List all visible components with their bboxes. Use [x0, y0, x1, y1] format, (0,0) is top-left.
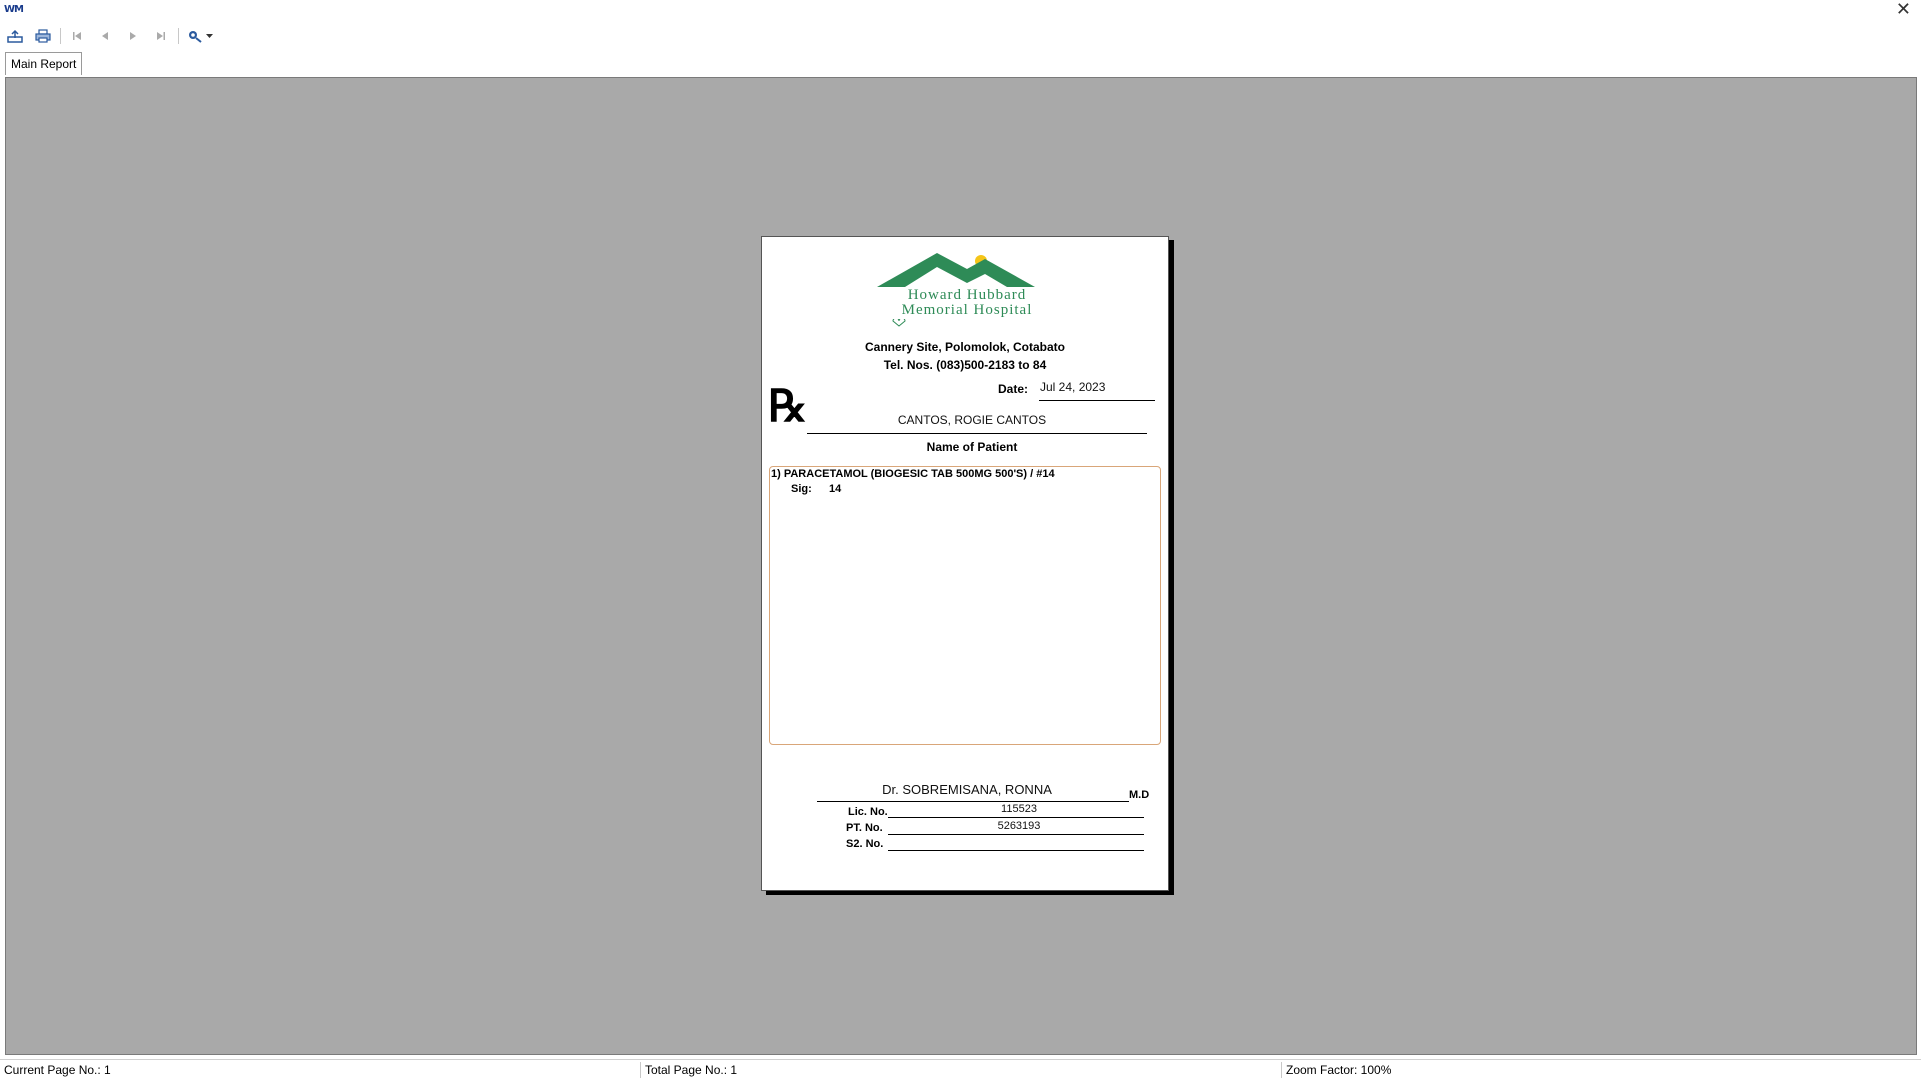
hospital-phone: Tel. Nos. (083)500-2183 to 84: [883, 358, 1047, 372]
s2-underline: [888, 850, 1144, 851]
sig-label: Sig:: [791, 483, 812, 495]
prescription-box: 1) PARACETAMOL (BIOGESIC TAB 500MG 500'S…: [769, 466, 1161, 745]
chevron-down-icon: [206, 34, 213, 38]
report-viewer[interactable]: Howard Hubbard Memorial Hospital Cannery…: [5, 77, 1917, 1055]
patient-name: CANTOS, ROGIE CANTOS: [897, 413, 1047, 427]
patient-underline: [807, 433, 1147, 434]
heart-icon: [892, 319, 906, 327]
mountain-logo-icon: [877, 253, 1035, 287]
last-page-button[interactable]: [150, 27, 172, 45]
title-bar: WM ✕: [0, 0, 1921, 22]
zoom-icon: [189, 31, 202, 43]
current-page-status: Current Page No.: 1: [0, 1062, 641, 1078]
export-button[interactable]: [4, 27, 26, 45]
doctor-suffix: M.D: [1129, 789, 1150, 801]
next-page-icon: [130, 32, 136, 40]
zoom-factor-status: Zoom Factor: 100%: [1286, 1063, 1392, 1077]
lic-underline: [888, 817, 1144, 818]
ptr-label: PT. No.: [846, 822, 883, 834]
doctor-underline: [817, 801, 1129, 802]
toolbar: [0, 22, 1921, 51]
date-underline: [1039, 400, 1155, 401]
lic-label: Lic. No.: [848, 806, 888, 818]
close-icon[interactable]: ✕: [1896, 1, 1911, 19]
hospital-name-line2: Memorial Hospital: [901, 302, 1033, 318]
first-page-icon: [73, 32, 81, 40]
sig-value: 14: [829, 483, 842, 495]
app-icon: WM: [4, 4, 24, 15]
s2-label: S2. No.: [846, 838, 884, 850]
toolbar-separator: [178, 28, 179, 44]
date-label: Date:: [998, 382, 1029, 396]
zoom-dropdown-button[interactable]: [184, 27, 216, 45]
print-icon: [35, 29, 51, 43]
last-page-icon: [157, 32, 165, 40]
medication-line: 1) PARACETAMOL (BIOGESIC TAB 500MG 500'S…: [771, 468, 1055, 480]
status-bar: Current Page No.: 1 Total Page No.: 1 Zo…: [0, 1059, 1921, 1081]
export-icon: [7, 29, 23, 43]
total-page-status: Total Page No.: 1: [641, 1062, 1282, 1078]
prev-page-button[interactable]: [94, 27, 116, 45]
report-page: Howard Hubbard Memorial Hospital Cannery…: [761, 236, 1169, 891]
toolbar-separator: [60, 28, 61, 44]
ptr-value: 5263193: [997, 820, 1041, 832]
hospital-address: Cannery Site, Polomolok, Cotabato: [864, 340, 1066, 354]
hospital-logo: Howard Hubbard Memorial Hospital: [857, 247, 1077, 327]
next-page-button[interactable]: [122, 27, 144, 45]
doctor-name: Dr. SOBREMISANA, RONNA: [882, 782, 1052, 797]
patient-label: Name of Patient: [926, 440, 1018, 454]
tab-bar: Main Report: [0, 50, 1921, 76]
lic-value: 115523: [1001, 803, 1037, 815]
first-page-button[interactable]: [66, 27, 88, 45]
prev-page-icon: [102, 32, 108, 40]
print-button[interactable]: [32, 27, 54, 45]
tab-main-report[interactable]: Main Report: [5, 52, 83, 75]
date-value: Jul 24, 2023: [1040, 380, 1106, 394]
ptr-underline: [888, 834, 1144, 835]
